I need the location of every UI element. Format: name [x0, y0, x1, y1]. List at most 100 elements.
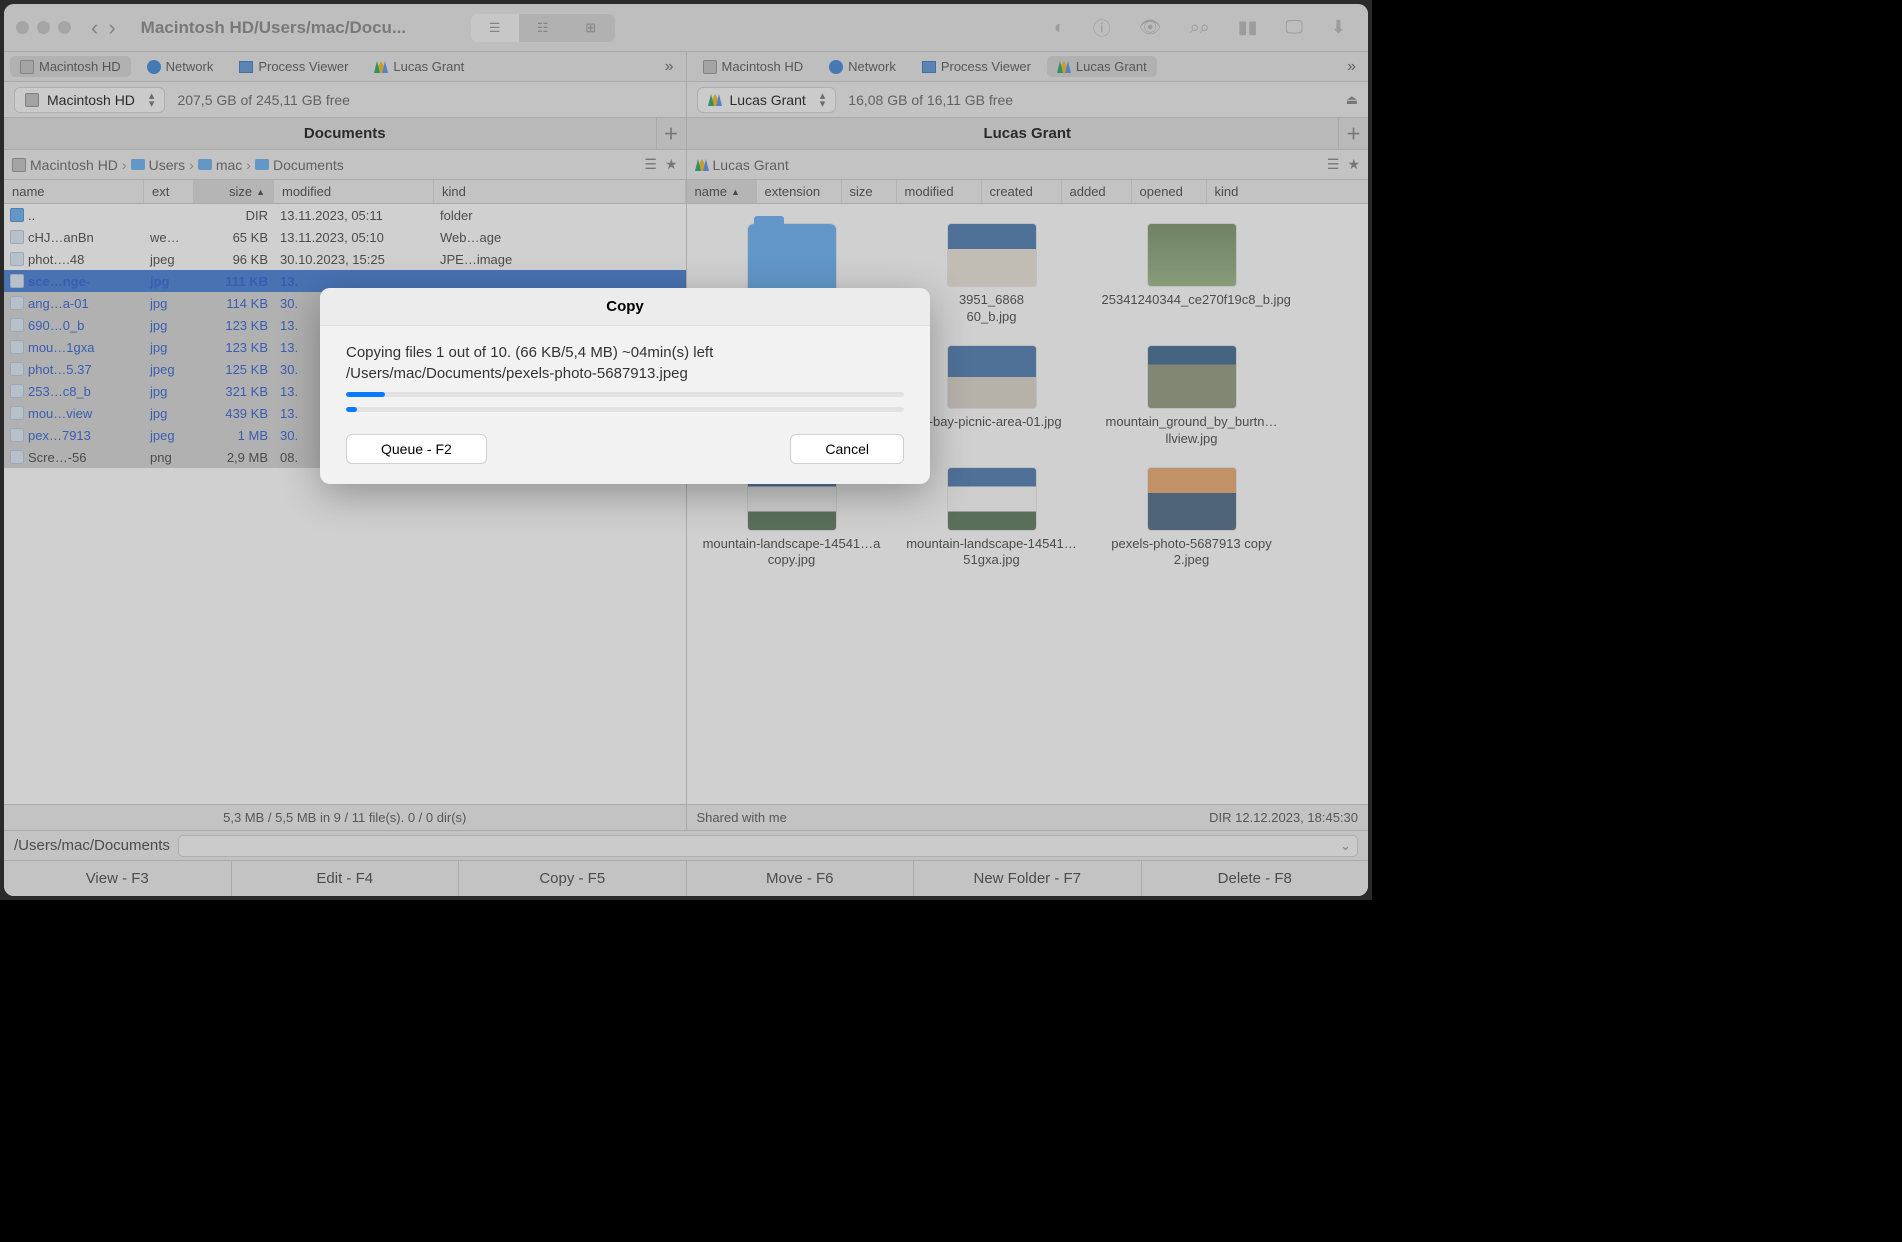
- breadcrumb-segment[interactable]: Documents: [255, 157, 344, 173]
- col-extension[interactable]: extension: [757, 180, 842, 203]
- col-modified[interactable]: modified: [897, 180, 982, 203]
- add-tab-icon[interactable]: ＋: [1338, 118, 1368, 149]
- breadcrumb-segment[interactable]: Macintosh HD: [12, 157, 118, 173]
- file-icon: [10, 450, 24, 464]
- favorite-icon[interactable]: ★: [1347, 156, 1360, 173]
- list-view-icon[interactable]: ☰: [471, 14, 519, 42]
- tab-process-viewer[interactable]: Process Viewer: [229, 56, 358, 77]
- binoculars-icon[interactable]: ⌕⌕: [1190, 17, 1210, 38]
- section-row: Documents ＋ Lucas Grant ＋: [4, 118, 1368, 150]
- breadcrumb-segment[interactable]: mac: [198, 157, 242, 173]
- tab-macintosh-hd[interactable]: Macintosh HD: [693, 56, 814, 77]
- tab-lucas-grant[interactable]: Lucas Grant: [364, 56, 474, 77]
- file-size: 123 KB: [194, 318, 274, 333]
- col-name[interactable]: name: [4, 180, 144, 203]
- queue-button[interactable]: Queue - F2: [346, 434, 487, 464]
- left-volume: Macintosh HD ▴▾ 207,5 GB of 245,11 GB fr…: [4, 82, 686, 117]
- nav-arrows: ‹ ›: [91, 15, 116, 41]
- close-icon[interactable]: [16, 21, 29, 34]
- file-row[interactable]: phot….48jpeg96 KB30.10.2023, 15:25JPE…im…: [4, 248, 686, 270]
- file-ext: we…: [144, 230, 194, 245]
- dropdown-icon[interactable]: ⌄: [1340, 838, 1351, 854]
- tabs-overflow-icon[interactable]: »: [659, 58, 680, 76]
- col-modified[interactable]: modified: [274, 180, 434, 203]
- grid-view-icon[interactable]: ⊞: [567, 14, 615, 42]
- file-name: 690…0_b: [28, 318, 84, 333]
- col-kind[interactable]: kind: [1207, 180, 1369, 203]
- icon-item[interactable]: 25341240344_ce270f19c8_b.jpg: [1097, 224, 1287, 326]
- fn-move[interactable]: Move - F6: [687, 861, 915, 896]
- tab-network[interactable]: Network: [819, 56, 906, 77]
- tab-lucas-grant[interactable]: Lucas Grant: [1047, 56, 1157, 77]
- header-row: name ext size▲ modified kind name▲ exten…: [4, 180, 1368, 204]
- column-view-icon[interactable]: ☷: [519, 14, 567, 42]
- breadcrumb-segment[interactable]: Lucas Grant: [695, 157, 789, 173]
- fn-edit[interactable]: Edit - F4: [232, 861, 460, 896]
- icon-item[interactable]: mountain_ground_by_burtn…llview.jpg: [1097, 346, 1287, 448]
- file-name: mou…1gxa: [28, 340, 94, 355]
- right-volume: Lucas Grant ▴▾ 16,08 GB of 16,11 GB free…: [686, 82, 1369, 117]
- list-mode-icon[interactable]: ☰: [644, 156, 657, 173]
- fn-new[interactable]: New Folder - F7: [914, 861, 1142, 896]
- volume-row: Macintosh HD ▴▾ 207,5 GB of 245,11 GB fr…: [4, 82, 1368, 118]
- dialog-buttons: Queue - F2 Cancel: [346, 434, 904, 464]
- col-name[interactable]: name▲: [687, 180, 757, 203]
- file-ext: jpg: [144, 406, 194, 421]
- file-row[interactable]: cHJ…anBnwe…65 KB13.11.2023, 05:10Web…age: [4, 226, 686, 248]
- tab-process-viewer[interactable]: Process Viewer: [912, 56, 1041, 77]
- favorite-icon[interactable]: ★: [665, 156, 678, 173]
- col-kind[interactable]: kind: [434, 180, 686, 203]
- eject-icon[interactable]: ⏏: [1346, 92, 1358, 108]
- progress-bar-file: [346, 392, 904, 397]
- thumbnail: [748, 224, 836, 294]
- view-mode-segment[interactable]: ☰ ☷ ⊞: [471, 14, 615, 42]
- tab-macintosh-hd[interactable]: Macintosh HD: [10, 56, 131, 77]
- tabs-overflow-icon[interactable]: »: [1341, 58, 1362, 76]
- download-icon[interactable]: ⬇: [1331, 17, 1346, 38]
- file-modified: 13.11.2023, 05:11: [274, 208, 434, 223]
- tab-label: Network: [848, 59, 896, 74]
- fn-copy[interactable]: Copy - F5: [459, 861, 687, 896]
- breadcrumb-segment[interactable]: Users: [131, 157, 186, 173]
- icon-label: mountain-landscape-14541…51gxa.jpg: [902, 536, 1082, 570]
- path-command-row: /Users/mac/Documents ⌄: [4, 830, 1368, 860]
- app-icon: [922, 61, 936, 73]
- info-icon[interactable]: ⓘ: [1093, 15, 1111, 41]
- col-added[interactable]: added: [1062, 180, 1132, 203]
- cancel-button[interactable]: Cancel: [790, 434, 904, 464]
- col-created[interactable]: created: [982, 180, 1062, 203]
- split-icon[interactable]: ▮▮: [1238, 17, 1258, 38]
- list-mode-icon[interactable]: ☰: [1327, 156, 1340, 173]
- preview-icon[interactable]: 👁: [1139, 17, 1162, 38]
- googledrive-icon: [374, 61, 388, 73]
- icon-item[interactable]: pexels-photo-5687913 copy 2.jpeg: [1097, 468, 1287, 570]
- file-ext: jpg: [144, 296, 194, 311]
- toggle-switch-icon[interactable]: ◐: [1054, 17, 1065, 38]
- command-input[interactable]: ⌄: [178, 835, 1358, 857]
- file-size: 65 KB: [194, 230, 274, 245]
- left-section-label: Documents: [304, 125, 386, 142]
- left-volume-selector[interactable]: Macintosh HD ▴▾: [14, 87, 165, 113]
- col-size[interactable]: size▲: [194, 180, 274, 203]
- right-volume-selector[interactable]: Lucas Grant ▴▾: [697, 87, 837, 113]
- forward-icon[interactable]: ›: [108, 15, 115, 41]
- file-ext: jpg: [144, 274, 194, 289]
- col-size[interactable]: size: [842, 180, 897, 203]
- icon-item[interactable]: mountain-landscape-14541…51gxa.jpg: [897, 468, 1087, 570]
- fn-delete[interactable]: Delete - F8: [1142, 861, 1369, 896]
- breadcrumb-actions: ☰★: [1327, 156, 1360, 173]
- zoom-icon[interactable]: [58, 21, 71, 34]
- col-ext[interactable]: ext: [144, 180, 194, 203]
- add-tab-icon[interactable]: ＋: [656, 118, 686, 149]
- left-status: 5,3 MB / 5,5 MB in 9 / 11 file(s). 0 / 0…: [4, 805, 686, 830]
- minimize-icon[interactable]: [37, 21, 50, 34]
- globe-icon: [147, 60, 161, 74]
- tab-network[interactable]: Network: [137, 56, 224, 77]
- updown-icon: ▴▾: [820, 92, 826, 108]
- display-icon[interactable]: 🖵: [1286, 17, 1303, 38]
- back-icon[interactable]: ‹: [91, 15, 98, 41]
- right-status-left: Shared with me: [697, 810, 787, 825]
- fn-view[interactable]: View - F3: [4, 861, 232, 896]
- col-opened[interactable]: opened: [1132, 180, 1207, 203]
- file-row[interactable]: ..DIR13.11.2023, 05:11folder: [4, 204, 686, 226]
